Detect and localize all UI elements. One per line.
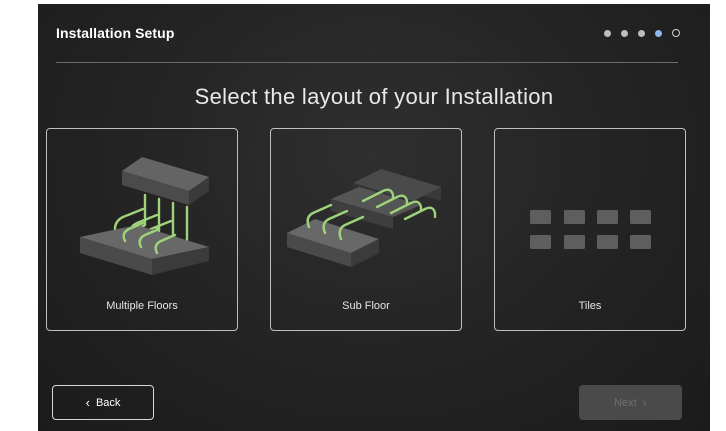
section-heading: Select the layout of your Installation [194,84,554,109]
back-button[interactable]: ‹ Back [52,385,154,420]
sub-floor-icon [287,169,441,267]
step-dot [621,29,628,37]
step-dot [638,29,645,37]
option-multiple-floors[interactable]: Multiple Floors [46,128,238,331]
tiles-icon [530,210,651,249]
installation-setup-screen: Installation Setup Select the layout of … [38,4,710,431]
option-tiles[interactable]: Tiles [494,128,686,331]
next-button[interactable]: Next › [579,385,682,420]
step-dot [604,29,611,37]
page-title: Installation Setup [56,25,175,41]
option-label: Sub Floor [342,300,390,312]
step-dot [672,29,680,37]
step-indicator [604,29,680,37]
chevron-left-icon: ‹ [85,395,90,410]
multiple-floors-icon [80,157,209,275]
step-dot-current [655,29,662,37]
next-button-label: Next [614,396,637,409]
chevron-right-icon: › [642,395,647,410]
option-sub-floor[interactable]: Sub Floor [270,128,462,331]
header-divider [56,62,678,63]
back-button-label: Back [95,396,121,409]
option-label: Multiple Floors [106,300,178,312]
option-label: Tiles [578,300,602,312]
